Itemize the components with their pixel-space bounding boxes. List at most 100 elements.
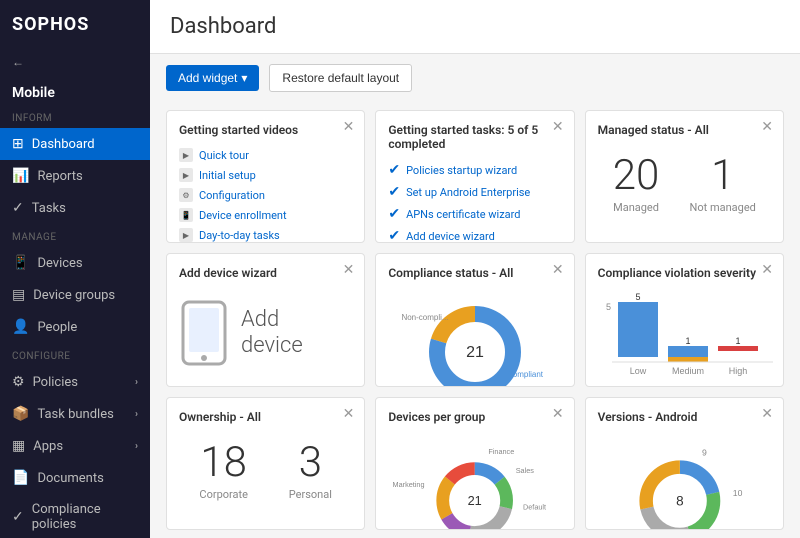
list-item[interactable]: ▶ Quick tour — [179, 145, 352, 165]
managed-label: Managed — [613, 201, 660, 214]
widget-title: Getting started videos — [179, 123, 352, 137]
compliance-violation-widget: Compliance violation severity ✕ 5 5 Low … — [585, 253, 784, 386]
list-item[interactable]: ▶ Day-to-day tasks — [179, 225, 352, 243]
mobile-section-label: Mobile — [0, 75, 150, 105]
phone-icon — [179, 298, 229, 368]
getting-started-tasks-widget: Getting started tasks: 5 of 5 completed … — [375, 110, 574, 243]
inform-section: INFORM — [0, 105, 150, 128]
sidebar-item-policies[interactable]: ⚙ Policies › — [0, 366, 150, 398]
svg-text:1: 1 — [735, 336, 740, 346]
devices-per-group-widget: Devices per group ✕ — [375, 397, 574, 530]
sidebar-item-compliance-policies[interactable]: ✓ Compliance policies — [0, 494, 150, 538]
svg-text:Marketing: Marketing — [393, 480, 425, 489]
restore-layout-button[interactable]: Restore default layout — [269, 64, 412, 92]
list-item[interactable]: 📱 Device enrollment — [179, 205, 352, 225]
svg-text:Non-compli...: Non-compli... — [401, 313, 448, 322]
sidebar-item-people[interactable]: 👤 People — [0, 311, 150, 343]
dashboard-icon: ⊞ — [12, 136, 24, 152]
close-icon[interactable]: ✕ — [343, 262, 355, 278]
back-button[interactable] — [0, 49, 150, 75]
list-item[interactable]: ▶ Initial setup — [179, 165, 352, 185]
sidebar-item-reports[interactable]: 📊 Reports — [0, 160, 150, 192]
widget-title: Getting started tasks: 5 of 5 completed — [388, 123, 561, 151]
svg-text:1: 1 — [685, 336, 690, 346]
close-icon[interactable]: ✕ — [552, 406, 564, 422]
add-widget-button[interactable]: Add widget ▾ — [166, 65, 259, 91]
svg-text:9: 9 — [702, 447, 707, 457]
add-device-text: Add device — [241, 307, 303, 360]
list-item[interactable]: ✔ APNs certificate wizard — [388, 203, 561, 225]
dashboard-grid: Getting started videos ✕ ▶ Quick tour ▶ … — [150, 102, 800, 538]
svg-text:Compliant: Compliant — [507, 370, 544, 379]
personal-label: Personal — [289, 488, 332, 501]
task-bundles-icon: 📦 — [12, 406, 29, 422]
chevron-right-icon: › — [135, 409, 138, 420]
managed-count: 20 — [613, 155, 660, 197]
close-icon[interactable]: ✕ — [761, 119, 773, 135]
svg-text:21: 21 — [466, 344, 484, 361]
video-icon: ⚙ — [179, 188, 193, 202]
list-item[interactable]: ✔ Add device wizard — [388, 225, 561, 243]
check-icon: ✔ — [388, 184, 400, 200]
versions-chart: 8 9 10 11 12 — [598, 432, 771, 530]
svg-text:High: High — [728, 366, 747, 376]
sidebar-item-device-groups[interactable]: ▤ Device groups — [0, 279, 150, 311]
compliance-chart: 21 Non-compli... Compliant — [388, 288, 561, 386]
reports-icon: 📊 — [12, 168, 29, 184]
sidebar-item-documents[interactable]: 📄 Documents — [0, 462, 150, 494]
list-item[interactable]: ✔ Policies startup wizard — [388, 159, 561, 181]
not-managed-label: Not managed — [690, 201, 756, 214]
devices-icon: 📱 — [12, 255, 29, 271]
svg-text:Sales: Sales — [516, 466, 535, 475]
check-icon: ✔ — [388, 206, 400, 222]
close-icon[interactable]: ✕ — [761, 406, 773, 422]
video-icon: ▶ — [179, 228, 193, 242]
versions-android-widget: Versions - Android ✕ 8 9 — [585, 397, 784, 530]
managed-numbers: 20 Managed 1 Not managed — [598, 145, 771, 214]
svg-text:21: 21 — [468, 493, 482, 508]
video-icon: ▶ — [179, 148, 193, 162]
widget-title: Add device wizard — [179, 266, 352, 280]
tasks-icon: ✓ — [12, 200, 24, 216]
ownership-widget: Ownership - All ✕ 18 Corporate 3 Persona… — [166, 397, 365, 530]
widget-title: Ownership - All — [179, 410, 352, 424]
personal-item: 3 Personal — [289, 442, 332, 501]
svg-text:Low: Low — [629, 366, 646, 376]
close-icon[interactable]: ✕ — [552, 119, 564, 135]
chevron-right-icon: › — [135, 441, 138, 452]
widget-title: Devices per group — [388, 410, 561, 424]
sidebar-item-tasks[interactable]: ✓ Tasks — [0, 192, 150, 224]
close-icon[interactable]: ✕ — [343, 119, 355, 135]
page-title: Dashboard — [170, 14, 780, 39]
svg-text:Default: Default — [523, 502, 546, 511]
devices-group-chart: 21 Finance Sales Default Consulting Engi… — [388, 432, 561, 530]
video-icon: ▶ — [179, 168, 193, 182]
compliance-icon: ✓ — [12, 509, 24, 525]
list-item[interactable]: ⚙ Configuration — [179, 185, 352, 205]
close-icon[interactable]: ✕ — [761, 262, 773, 278]
not-managed-count: 1 — [690, 155, 756, 197]
policies-icon: ⚙ — [12, 374, 25, 390]
toolbar: Add widget ▾ Restore default layout — [150, 54, 800, 102]
svg-text:Medium: Medium — [672, 366, 704, 376]
list-item[interactable]: ✔ Set up Android Enterprise — [388, 181, 561, 203]
dropdown-arrow-icon: ▾ — [241, 71, 247, 85]
sidebar-item-dashboard[interactable]: ⊞ Dashboard — [0, 128, 150, 160]
corporate-label: Corporate — [199, 488, 248, 501]
documents-icon: 📄 — [12, 470, 29, 486]
personal-count: 3 — [289, 442, 332, 484]
main-content: Dashboard Add widget ▾ Restore default l… — [150, 0, 800, 538]
close-icon[interactable]: ✕ — [552, 262, 564, 278]
check-icon: ✔ — [388, 228, 400, 243]
sidebar-item-task-bundles[interactable]: 📦 Task bundles › — [0, 398, 150, 430]
sidebar-item-apps[interactable]: ▦ Apps › — [0, 430, 150, 462]
check-icon: ✔ — [388, 162, 400, 178]
svg-text:10: 10 — [732, 488, 742, 498]
widget-title: Compliance status - All — [388, 266, 561, 280]
close-icon[interactable]: ✕ — [343, 406, 355, 422]
svg-text:5: 5 — [635, 292, 640, 302]
svg-text:5: 5 — [606, 302, 611, 312]
page-header: Dashboard — [150, 0, 800, 54]
sidebar-item-devices[interactable]: 📱 Devices — [0, 247, 150, 279]
managed-status-widget: Managed status - All ✕ 20 Managed 1 Not … — [585, 110, 784, 243]
